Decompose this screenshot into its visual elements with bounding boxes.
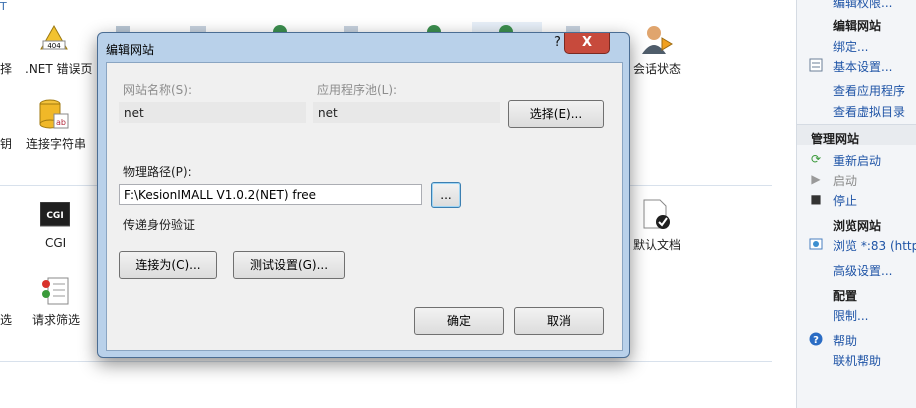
- basic-settings-icon: [809, 58, 823, 72]
- action-view-applications[interactable]: 查看应用程序: [833, 82, 905, 99]
- svg-text:404: 404: [47, 42, 61, 50]
- app-pool-label: 应用程序池(L):: [317, 83, 398, 97]
- dialog-close-button[interactable]: X: [564, 33, 610, 54]
- pass-through-auth-label: 传递身份验证: [123, 218, 196, 232]
- action-bindings[interactable]: 绑定...: [833, 38, 868, 55]
- error-page-icon: 404: [40, 24, 68, 50]
- action-view-virtual-dirs[interactable]: 查看虚拟目录: [833, 103, 905, 120]
- action-advanced-settings[interactable]: 高级设置...: [833, 262, 892, 279]
- default-document-label: 默认文档: [633, 238, 682, 252]
- fragment-3: 选: [0, 313, 13, 327]
- header-fragment: T: [0, 0, 7, 13]
- cancel-button[interactable]: 取消: [514, 307, 604, 335]
- svg-text:ab: ab: [56, 118, 66, 127]
- action-basic-settings[interactable]: 基本设置...: [833, 58, 892, 75]
- physical-path-label: 物理路径(P):: [123, 165, 192, 179]
- dialog-title: 编辑网站: [106, 43, 155, 57]
- action-restart[interactable]: 重新启动: [833, 152, 881, 169]
- action-edit-permissions[interactable]: 编辑权限...: [833, 0, 892, 11]
- request-filtering-label: 请求筛选: [32, 313, 81, 327]
- edit-site-heading: 编辑网站: [833, 19, 882, 33]
- restart-icon: ⟳: [810, 152, 822, 166]
- action-stop[interactable]: 停止: [833, 192, 857, 209]
- manage-site-heading: 管理网站: [811, 132, 860, 146]
- error-page-label: .NET 错误页: [25, 62, 93, 76]
- svg-text:CGI: CGI: [46, 211, 63, 221]
- session-state-icon: [642, 26, 673, 54]
- dialog-body: 网站名称(S): net 应用程序池(L): net 选择(E)... 物理路径…: [106, 62, 623, 351]
- stop-icon: ■: [810, 192, 822, 206]
- browse-site-heading: 浏览网站: [833, 219, 882, 233]
- group-divider-2: [0, 361, 772, 362]
- browse-path-button[interactable]: ...: [431, 182, 461, 208]
- fragment-2: 钥: [0, 137, 13, 151]
- cgi-label: CGI: [45, 236, 67, 250]
- physical-path-input[interactable]: F:\KesionIMALL V1.0.2(NET) free: [119, 184, 422, 205]
- test-settings-button[interactable]: 测试设置(G)...: [233, 251, 345, 279]
- action-start[interactable]: 启动: [833, 172, 857, 189]
- connection-strings-label: 连接字符串: [26, 137, 87, 151]
- fragment-1: 择: [0, 62, 13, 76]
- database-icon: ab: [39, 99, 69, 129]
- ok-button[interactable]: 确定: [414, 307, 504, 335]
- actions-pane: 编辑权限... 编辑网站 绑定... 基本设置... 查看应用程序 查看虚拟目录…: [796, 0, 916, 408]
- app-pool-field[interactable]: net: [313, 102, 500, 123]
- connect-as-button[interactable]: 连接为(C)...: [119, 251, 217, 279]
- configure-heading: 配置: [833, 289, 858, 303]
- action-limits[interactable]: 限制...: [833, 307, 868, 324]
- start-icon: ▶: [811, 172, 821, 186]
- browse-icon: [809, 237, 823, 251]
- action-help[interactable]: 帮助: [833, 332, 857, 349]
- cgi-icon: CGI: [40, 202, 70, 227]
- edit-site-dialog: 编辑网站 ? X 网站名称(S): net 应用程序池(L): net 选择(E…: [97, 32, 630, 358]
- action-online-help[interactable]: 联机帮助: [833, 352, 881, 369]
- select-app-pool-button[interactable]: 选择(E)...: [508, 100, 604, 128]
- session-state-label: 会话状态: [633, 62, 682, 76]
- default-document-icon: [643, 199, 670, 229]
- site-name-field[interactable]: net: [119, 102, 306, 123]
- dialog-help-button[interactable]: ?: [554, 35, 561, 50]
- site-name-label: 网站名称(S):: [123, 83, 193, 97]
- request-filtering-icon: [42, 277, 69, 305]
- action-browse-port[interactable]: 浏览 *:83 (http): [833, 237, 916, 254]
- svg-text:?: ?: [813, 335, 819, 346]
- help-icon: ?: [809, 332, 823, 346]
